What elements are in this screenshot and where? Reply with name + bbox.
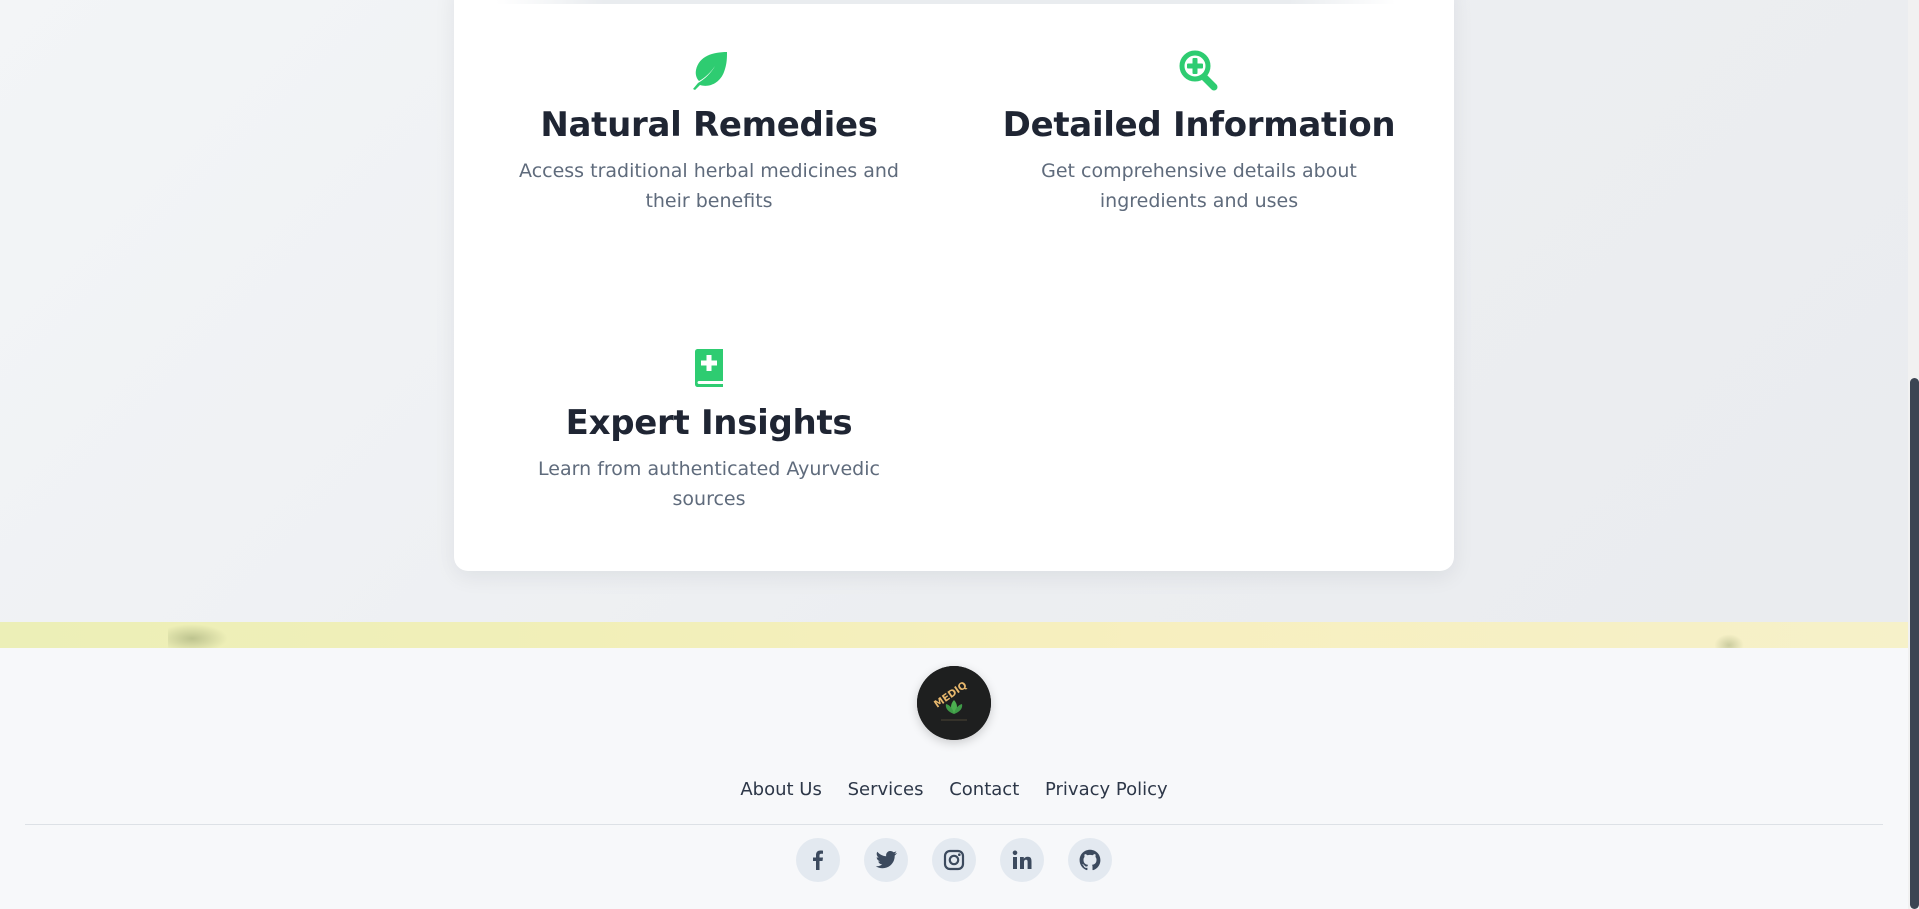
feature-description-line1: Get comprehensive details about [1041, 160, 1357, 182]
feature-description: Get comprehensive details about ingredie… [989, 156, 1409, 216]
footer-link-contact[interactable]: Contact [949, 779, 1019, 800]
footer-link-services[interactable]: Services [848, 779, 924, 800]
social-links [0, 838, 1908, 882]
footer-link-privacy-policy[interactable]: Privacy Policy [1045, 779, 1168, 800]
leaf-decoration [1714, 634, 1744, 648]
feature-description: Access traditional herbal medicines and … [499, 156, 919, 216]
feature-expert-insights: Expert Insights Learn from authenticated… [499, 346, 919, 514]
instagram-button[interactable] [932, 838, 976, 882]
feature-description-line1: Learn from authenticated Ayurvedic sourc… [538, 458, 880, 510]
feature-title: Detailed Information [1002, 105, 1396, 145]
footer-nav: About Us Services Contact Privacy Policy [0, 779, 1908, 801]
feature-title: Natural Remedies [540, 105, 878, 145]
feature-natural-remedies: Natural Remedies Access traditional herb… [499, 48, 919, 216]
github-icon [1079, 849, 1101, 871]
facebook-icon [813, 850, 823, 870]
footer: MEDIQ About Us Services Contact Privacy … [0, 648, 1908, 909]
feature-description-line2: their benefits [645, 190, 773, 212]
logo-image: MEDIQ [917, 666, 991, 740]
twitter-button[interactable] [864, 838, 908, 882]
instagram-icon [943, 849, 965, 871]
footer-divider [25, 824, 1883, 825]
page: Natural Remedies Access traditional herb… [0, 0, 1908, 909]
leaf-decoration [168, 624, 228, 648]
facebook-button[interactable] [796, 838, 840, 882]
github-button[interactable] [1068, 838, 1112, 882]
linkedin-button[interactable] [1000, 838, 1044, 882]
feature-detailed-information: Detailed Information Get comprehensive d… [989, 48, 1409, 216]
brand-logo[interactable]: MEDIQ [917, 666, 991, 740]
scrollbar[interactable] [1908, 0, 1919, 909]
decorative-band [0, 622, 1908, 648]
feature-description-line2: ingredients and uses [1099, 190, 1299, 212]
linkedin-icon [1012, 850, 1032, 869]
feature-description: Learn from authenticated Ayurvedic sourc… [499, 454, 919, 514]
leaf-icon [687, 48, 731, 92]
card-divider [496, 0, 1396, 4]
magnifying-glass-plus-icon [1177, 48, 1221, 92]
twitter-icon [875, 851, 897, 869]
scrollbar-thumb[interactable] [1910, 378, 1919, 909]
medical-book-icon [687, 346, 731, 390]
feature-title: Expert Insights [565, 403, 853, 443]
footer-link-about-us[interactable]: About Us [740, 779, 822, 800]
feature-description-line1: Access traditional herbal medicines and [519, 160, 899, 182]
